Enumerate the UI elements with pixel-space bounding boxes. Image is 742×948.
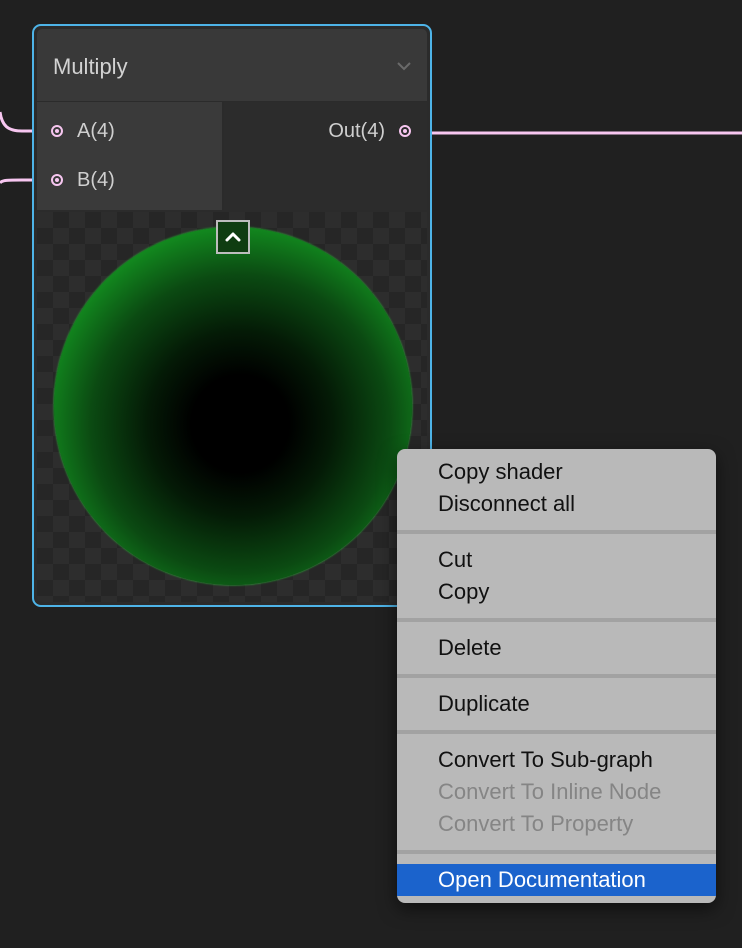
input-ports: A(4) B(4) <box>37 102 222 210</box>
menu-group-shader: Copy shader Disconnect all <box>397 456 716 520</box>
menu-separator <box>397 674 716 678</box>
context-menu: Copy shader Disconnect all Cut Copy Dele… <box>397 449 716 903</box>
menu-item-copy[interactable]: Copy <box>397 576 716 608</box>
node-preview <box>37 212 427 602</box>
output-port-out[interactable]: Out(4) <box>328 119 411 143</box>
chevron-down-icon[interactable] <box>395 57 413 75</box>
menu-separator <box>397 730 716 734</box>
menu-item-convert-to-inline-node: Convert To Inline Node <box>438 779 662 804</box>
menu-item-convert-to-property: Convert To Property <box>438 811 634 836</box>
menu-group-duplicate: Duplicate <box>397 688 716 720</box>
port-dot-icon[interactable] <box>399 125 411 137</box>
output-port-label: Out(4) <box>328 119 385 142</box>
input-port-label: A(4) <box>77 119 115 142</box>
chevron-up-icon <box>225 232 241 242</box>
input-port-label: B(4) <box>77 168 115 191</box>
preview-sphere <box>54 227 412 585</box>
input-port-a[interactable]: A(4) <box>51 119 115 143</box>
node-title: Multiply <box>53 54 128 79</box>
menu-separator <box>397 530 716 534</box>
menu-item-open-documentation[interactable]: Open Documentation <box>397 864 716 896</box>
menu-separator <box>397 850 716 854</box>
input-port-b[interactable]: B(4) <box>51 168 115 192</box>
menu-item-convert-to-sub-graph[interactable]: Convert To Sub-graph <box>397 744 716 776</box>
menu-item-delete[interactable]: Delete <box>397 632 716 664</box>
graph-canvas[interactable]: Multiply A(4) B(4) Out(4) Copy shader Di… <box>0 0 742 948</box>
menu-separator <box>397 618 716 622</box>
menu-item-cut[interactable]: Cut <box>397 544 716 576</box>
menu-item-copy-shader[interactable]: Copy shader <box>397 456 716 488</box>
node-ports: A(4) B(4) Out(4) <box>37 102 427 210</box>
menu-group-docs: Open Documentation <box>397 864 716 896</box>
multiply-node[interactable]: Multiply A(4) B(4) Out(4) <box>32 24 432 607</box>
collapse-preview-button[interactable] <box>216 220 250 254</box>
port-dot-icon[interactable] <box>51 125 63 137</box>
menu-group-convert: Convert To Sub-graph Convert To Inline N… <box>397 744 716 840</box>
node-header[interactable]: Multiply <box>37 29 427 101</box>
menu-item-disconnect-all[interactable]: Disconnect all <box>397 488 716 520</box>
menu-item-duplicate[interactable]: Duplicate <box>397 688 716 720</box>
menu-group-clipboard: Cut Copy <box>397 544 716 608</box>
output-ports: Out(4) <box>224 102 427 210</box>
menu-group-delete: Delete <box>397 632 716 664</box>
port-dot-icon[interactable] <box>51 174 63 186</box>
